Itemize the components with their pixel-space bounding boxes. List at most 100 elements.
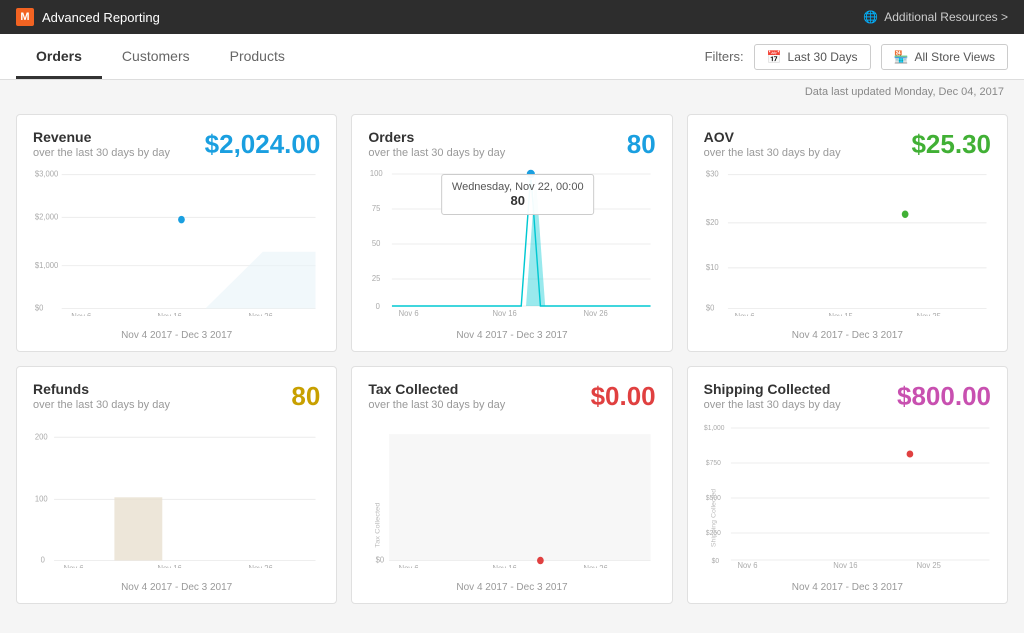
revenue-date-range: Nov 4 2017 - Dec 3 2017: [33, 330, 320, 341]
store-filter-button[interactable]: 🏪 All Store Views: [881, 44, 1008, 70]
svg-text:$750: $750: [706, 460, 721, 467]
svg-text:Nov 16: Nov 16: [158, 564, 183, 568]
additional-resources-link[interactable]: 🌐 Additional Resources >: [863, 10, 1008, 24]
svg-text:Nov 6: Nov 6: [737, 561, 758, 568]
shipping-card: Shipping Collected over the last 30 days…: [687, 366, 1008, 604]
app-branding: M Advanced Reporting: [16, 8, 160, 26]
orders-value: 80: [627, 129, 656, 160]
svg-text:Nov 15: Nov 15: [828, 312, 853, 316]
svg-text:75: 75: [372, 204, 381, 213]
svg-text:Nov 6: Nov 6: [734, 312, 754, 316]
svg-text:Nov 6: Nov 6: [399, 564, 419, 568]
svg-text:50: 50: [372, 239, 381, 248]
svg-text:Nov 6: Nov 6: [71, 312, 91, 316]
svg-text:$20: $20: [706, 218, 719, 227]
filters-label: Filters:: [705, 49, 744, 64]
aov-card-header: AOV over the last 30 days by day $25.30: [704, 129, 991, 160]
svg-text:$0: $0: [711, 558, 719, 565]
aov-subtitle: over the last 30 days by day: [704, 147, 841, 159]
svg-text:$0: $0: [376, 555, 385, 564]
magento-logo: M: [16, 8, 34, 26]
shipping-chart: $1,000 $750 $500 $250 $0 Shipping Collec…: [704, 418, 991, 578]
revenue-subtitle: over the last 30 days by day: [33, 147, 170, 159]
svg-text:0: 0: [376, 302, 381, 311]
svg-text:$1,000: $1,000: [35, 260, 59, 269]
svg-text:Tax Collected: Tax Collected: [374, 503, 382, 548]
app-title: Advanced Reporting: [42, 10, 160, 25]
shipping-value: $800.00: [897, 381, 991, 412]
svg-text:Nov 16: Nov 16: [833, 561, 858, 568]
svg-text:100: 100: [35, 494, 48, 503]
globe-icon: 🌐: [863, 10, 878, 24]
tax-card-header: Tax Collected over the last 30 days by d…: [368, 381, 655, 412]
revenue-title: Revenue: [33, 129, 170, 145]
date-filter-label: Last 30 Days: [788, 50, 858, 64]
store-filter-label: All Store Views: [915, 50, 995, 64]
svg-text:$2,000: $2,000: [35, 212, 59, 221]
svg-text:0: 0: [41, 555, 46, 564]
svg-text:Nov 16: Nov 16: [493, 564, 518, 568]
data-updated-info: Data last updated Monday, Dec 04, 2017: [0, 80, 1024, 104]
aov-value: $25.30: [911, 129, 991, 160]
svg-text:Nov 26: Nov 26: [584, 564, 609, 568]
orders-card: Orders over the last 30 days by day 80 1…: [351, 114, 672, 352]
tax-chart: $0 Tax Collected Nov 6 Nov 16 Nov 26: [368, 418, 655, 578]
aov-chart: $30 $20 $10 $0 Nov 6 Nov 15 Nov 25: [704, 166, 991, 326]
svg-text:Nov 6: Nov 6: [64, 564, 84, 568]
svg-text:$10: $10: [706, 263, 719, 272]
nav-bar: Orders Customers Products Filters: 📅 Las…: [0, 34, 1024, 80]
svg-text:100: 100: [370, 169, 383, 178]
svg-text:Nov 26: Nov 26: [248, 564, 273, 568]
refunds-subtitle: over the last 30 days by day: [33, 399, 170, 411]
shipping-title: Shipping Collected: [704, 381, 841, 397]
shipping-date-range: Nov 4 2017 - Dec 3 2017: [704, 582, 991, 593]
svg-text:$0: $0: [35, 303, 44, 312]
revenue-card-header: Revenue over the last 30 days by day $2,…: [33, 129, 320, 160]
date-filter-button[interactable]: 📅 Last 30 Days: [754, 44, 871, 70]
svg-text:Nov 16: Nov 16: [158, 312, 183, 316]
refunds-chart: 200 100 0 Nov 6 Nov 16 Nov 26: [33, 418, 320, 578]
refunds-value: 80: [291, 381, 320, 412]
orders-card-header: Orders over the last 30 days by day 80: [368, 129, 655, 160]
svg-text:Nov 25: Nov 25: [916, 561, 941, 568]
orders-date-range: Nov 4 2017 - Dec 3 2017: [368, 330, 655, 341]
svg-text:Shipping Collected: Shipping Collected: [710, 489, 717, 547]
revenue-value: $2,024.00: [205, 129, 321, 160]
tax-date-range: Nov 4 2017 - Dec 3 2017: [368, 582, 655, 593]
tax-subtitle: over the last 30 days by day: [368, 399, 505, 411]
tab-products[interactable]: Products: [210, 36, 305, 79]
aov-card: AOV over the last 30 days by day $25.30 …: [687, 114, 1008, 352]
filters-area: Filters: 📅 Last 30 Days 🏪 All Store View…: [705, 44, 1008, 70]
orders-subtitle: over the last 30 days by day: [368, 147, 505, 159]
refunds-title: Refunds: [33, 381, 170, 397]
top-bar: M Advanced Reporting 🌐 Additional Resour…: [0, 0, 1024, 34]
svg-text:$3,000: $3,000: [35, 169, 59, 178]
data-updated-text: Data last updated Monday, Dec 04, 2017: [805, 86, 1004, 98]
nav-tabs: Orders Customers Products: [16, 36, 305, 78]
orders-title: Orders: [368, 129, 505, 145]
svg-text:Nov 26: Nov 26: [584, 309, 609, 316]
svg-text:Nov 25: Nov 25: [916, 312, 941, 316]
revenue-card: Revenue over the last 30 days by day $2,…: [16, 114, 337, 352]
svg-text:Nov 6: Nov 6: [399, 309, 420, 316]
shipping-subtitle: over the last 30 days by day: [704, 399, 841, 411]
calendar-icon: 📅: [767, 50, 782, 64]
svg-text:$0: $0: [706, 303, 715, 312]
aov-date-range: Nov 4 2017 - Dec 3 2017: [704, 330, 991, 341]
refunds-card: Refunds over the last 30 days by day 80 …: [16, 366, 337, 604]
tab-orders[interactable]: Orders: [16, 36, 102, 79]
revenue-chart: $3,000 $2,000 $1,000 $0 Nov 6 Nov 16 Nov…: [33, 166, 320, 326]
dashboard-grid: Revenue over the last 30 days by day $2,…: [0, 104, 1024, 620]
store-icon: 🏪: [894, 50, 909, 64]
tax-value: $0.00: [591, 381, 656, 412]
svg-text:Nov 16: Nov 16: [493, 309, 518, 316]
svg-text:200: 200: [35, 432, 48, 441]
shipping-card-header: Shipping Collected over the last 30 days…: [704, 381, 991, 412]
tax-title: Tax Collected: [368, 381, 505, 397]
svg-text:25: 25: [372, 274, 381, 283]
tab-customers[interactable]: Customers: [102, 36, 210, 79]
svg-text:$30: $30: [706, 169, 719, 178]
svg-text:Nov 26: Nov 26: [248, 312, 273, 316]
additional-resources-label: Additional Resources >: [884, 10, 1008, 24]
tax-card: Tax Collected over the last 30 days by d…: [351, 366, 672, 604]
